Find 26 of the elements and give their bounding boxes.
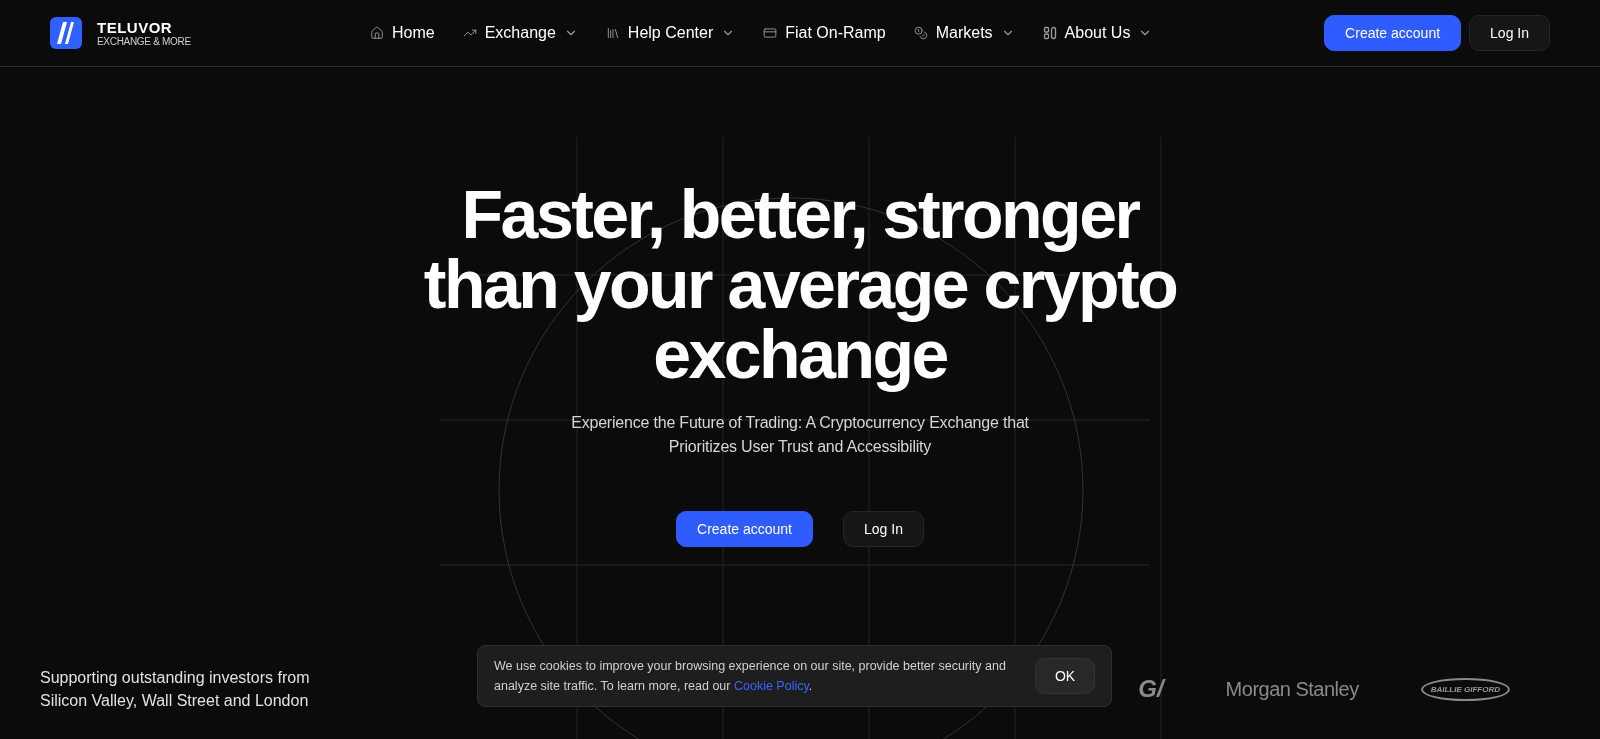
nav-link[interactable]: Help Center [605,24,736,42]
partner-logo: G/ [1138,675,1164,703]
supporters-text: Supporting outstanding investors from Silicon Valley, Wall Street and London [40,668,311,711]
nav-link[interactable]: Markets [913,24,1015,42]
create-account-button[interactable]: Create account [1324,15,1462,51]
partner-logo: Morgan Stanley [1225,677,1359,701]
partner-logo: BAILLIE GIFFORD [1420,677,1510,701]
brand-logo-icon [50,17,82,49]
nav-link[interactable]: About Us [1042,24,1153,42]
coins-icon [913,26,928,40]
shapes-icon [1042,26,1057,40]
cookie-policy-link[interactable]: Cookie Policy [733,679,809,693]
home-icon [370,26,384,40]
card-icon [763,26,778,40]
log-in-button[interactable]: Log In [843,511,924,547]
cookie-text: We use cookies to improve your browsing experience on our site, provide better security and analyze site traffic. To learn more, read our Cookie Policy. [494,658,1007,695]
brand-tagline: EXCHANGE & MORE [97,36,191,47]
hero-subtitle: Experience the Future of Trading: A Cryptocurrency Exchange that Prioritizes User Trust and Accessibility [571,413,1029,457]
nav-link[interactable]: Fiat On-Ramp [763,24,886,42]
log-in-button[interactable]: Log In [1469,15,1550,51]
ok-button[interactable]: OK [1035,658,1095,694]
create-account-button[interactable]: Create account [676,511,813,547]
nav-link[interactable]: Home [370,24,435,42]
brand-name: TELUVOR [97,19,174,36]
books-icon [605,26,620,40]
nav-link[interactable]: Exchange [462,24,578,42]
